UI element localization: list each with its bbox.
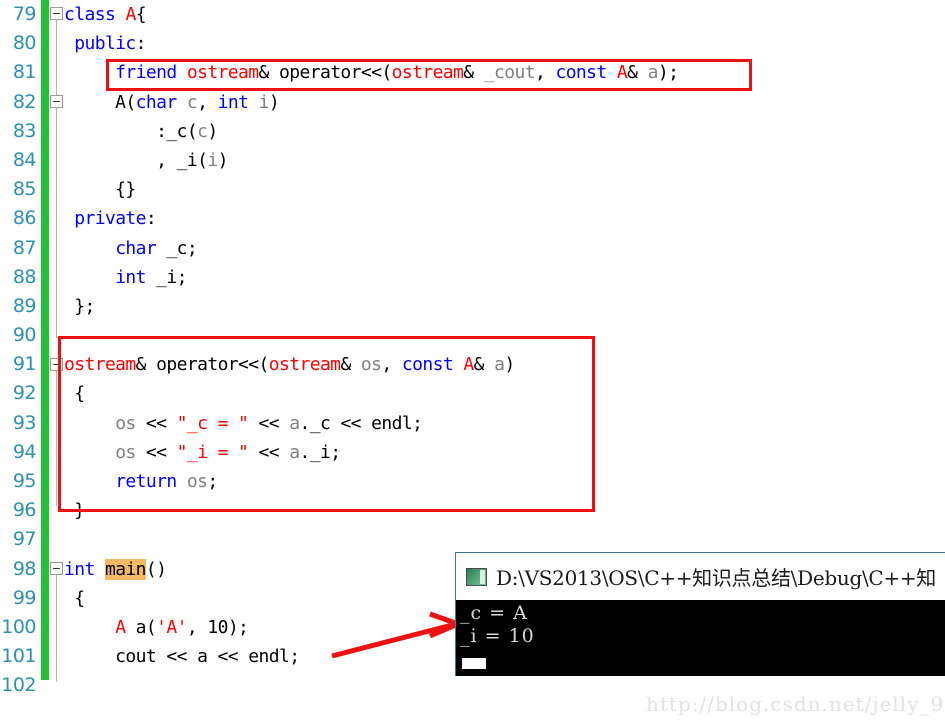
- line-number: 81: [12, 61, 37, 84]
- line-number: 98: [12, 557, 37, 580]
- code-line-82: A(char c, int i): [64, 91, 280, 113]
- code-line-96: }: [64, 500, 85, 522]
- code-line-80: public:: [74, 33, 146, 55]
- line-number: 100: [1, 615, 36, 638]
- code-line-91: ostream& operator<<(ostream& os, const A…: [64, 354, 515, 376]
- line-number: 86: [12, 207, 37, 230]
- code-line-92: {: [64, 383, 85, 405]
- code-line-85: {}: [64, 179, 136, 201]
- fold-guide-bracket-class: [56, 16, 62, 338]
- code-line-93: os << "_c = " << a._c << endl;: [115, 412, 423, 434]
- line-number: 101: [1, 645, 36, 668]
- console-title-text: D:\VS2013\OS\C++知识点总结\Debug\C++知: [496, 566, 936, 590]
- line-number: 84: [12, 148, 37, 171]
- code-line-88: int _i;: [115, 266, 187, 288]
- line-number: 102: [1, 674, 36, 697]
- line-number: 92: [12, 382, 37, 405]
- code-line-83: :_c(c): [64, 120, 218, 142]
- line-number: 90: [12, 324, 37, 347]
- console-window[interactable]: D:\VS2013\OS\C++知识点总结\Debug\C++知 _c = A …: [455, 552, 945, 676]
- console-output-line-1: _c = A: [460, 602, 528, 624]
- fold-guide-line-ctor: [56, 100, 57, 158]
- annotation-arrow-to-console: [331, 611, 465, 659]
- line-number: 83: [12, 119, 37, 142]
- line-number: 79: [12, 3, 37, 25]
- console-title-bar[interactable]: D:\VS2013\OS\C++知识点总结\Debug\C++知: [456, 553, 945, 600]
- code-line-81: friend ostream& operator<<(ostream& _cou…: [115, 62, 679, 84]
- line-number: 85: [12, 178, 37, 201]
- console-output-area[interactable]: _c = A _i = 10: [456, 600, 945, 676]
- line-number: 96: [12, 499, 37, 522]
- fold-toggle-line-91[interactable]: [50, 358, 63, 371]
- line-number: 97: [12, 528, 37, 551]
- code-line-79: class A{: [64, 4, 147, 25]
- changed-lines-indicator: [41, 0, 49, 680]
- fold-toggle-line-79[interactable]: [50, 7, 63, 20]
- code-line-86: private:: [74, 208, 157, 230]
- code-editor[interactable]: 79 80 81 82 83 84 85 86 87 88 89 90 91 92 93 94 95 96 97 98…: [0, 0, 945, 726]
- code-line-89: };: [64, 295, 95, 317]
- line-number: 87: [12, 236, 37, 259]
- line-number: 93: [12, 411, 37, 434]
- line-number: 89: [12, 294, 37, 317]
- fold-guide-line-operator: [56, 366, 57, 506]
- console-output-line-2: _i = 10: [460, 625, 535, 647]
- code-line-95: return os;: [115, 471, 218, 492]
- fold-toggle-line-98[interactable]: [50, 562, 63, 575]
- code-line-94: os << "_i = " << a._i;: [115, 441, 341, 463]
- console-cursor: [462, 658, 486, 669]
- console-window-icon: [466, 567, 487, 586]
- line-number: 80: [12, 32, 37, 55]
- fold-toggle-line-82[interactable]: [50, 95, 63, 108]
- highlighted-token: main: [104, 558, 147, 580]
- line-number: 94: [12, 440, 37, 463]
- code-folding-column[interactable]: [50, 0, 64, 726]
- line-number: 88: [12, 265, 37, 288]
- line-number: 99: [12, 586, 37, 609]
- line-number: 91: [12, 353, 37, 376]
- watermark-url: http://blog.csdn.net/jelly_9: [646, 692, 945, 716]
- line-number-column: 79 80 81 82 83 84 85 86 87 88 89 90 91 92 93 94 95 96 97 98…: [0, 0, 40, 701]
- fold-guide-line-main: [56, 572, 57, 682]
- code-line-84: , _i(i): [64, 149, 228, 171]
- line-number: 95: [12, 470, 37, 492]
- code-line-87: char _c;: [115, 237, 198, 259]
- line-number: 82: [12, 90, 37, 113]
